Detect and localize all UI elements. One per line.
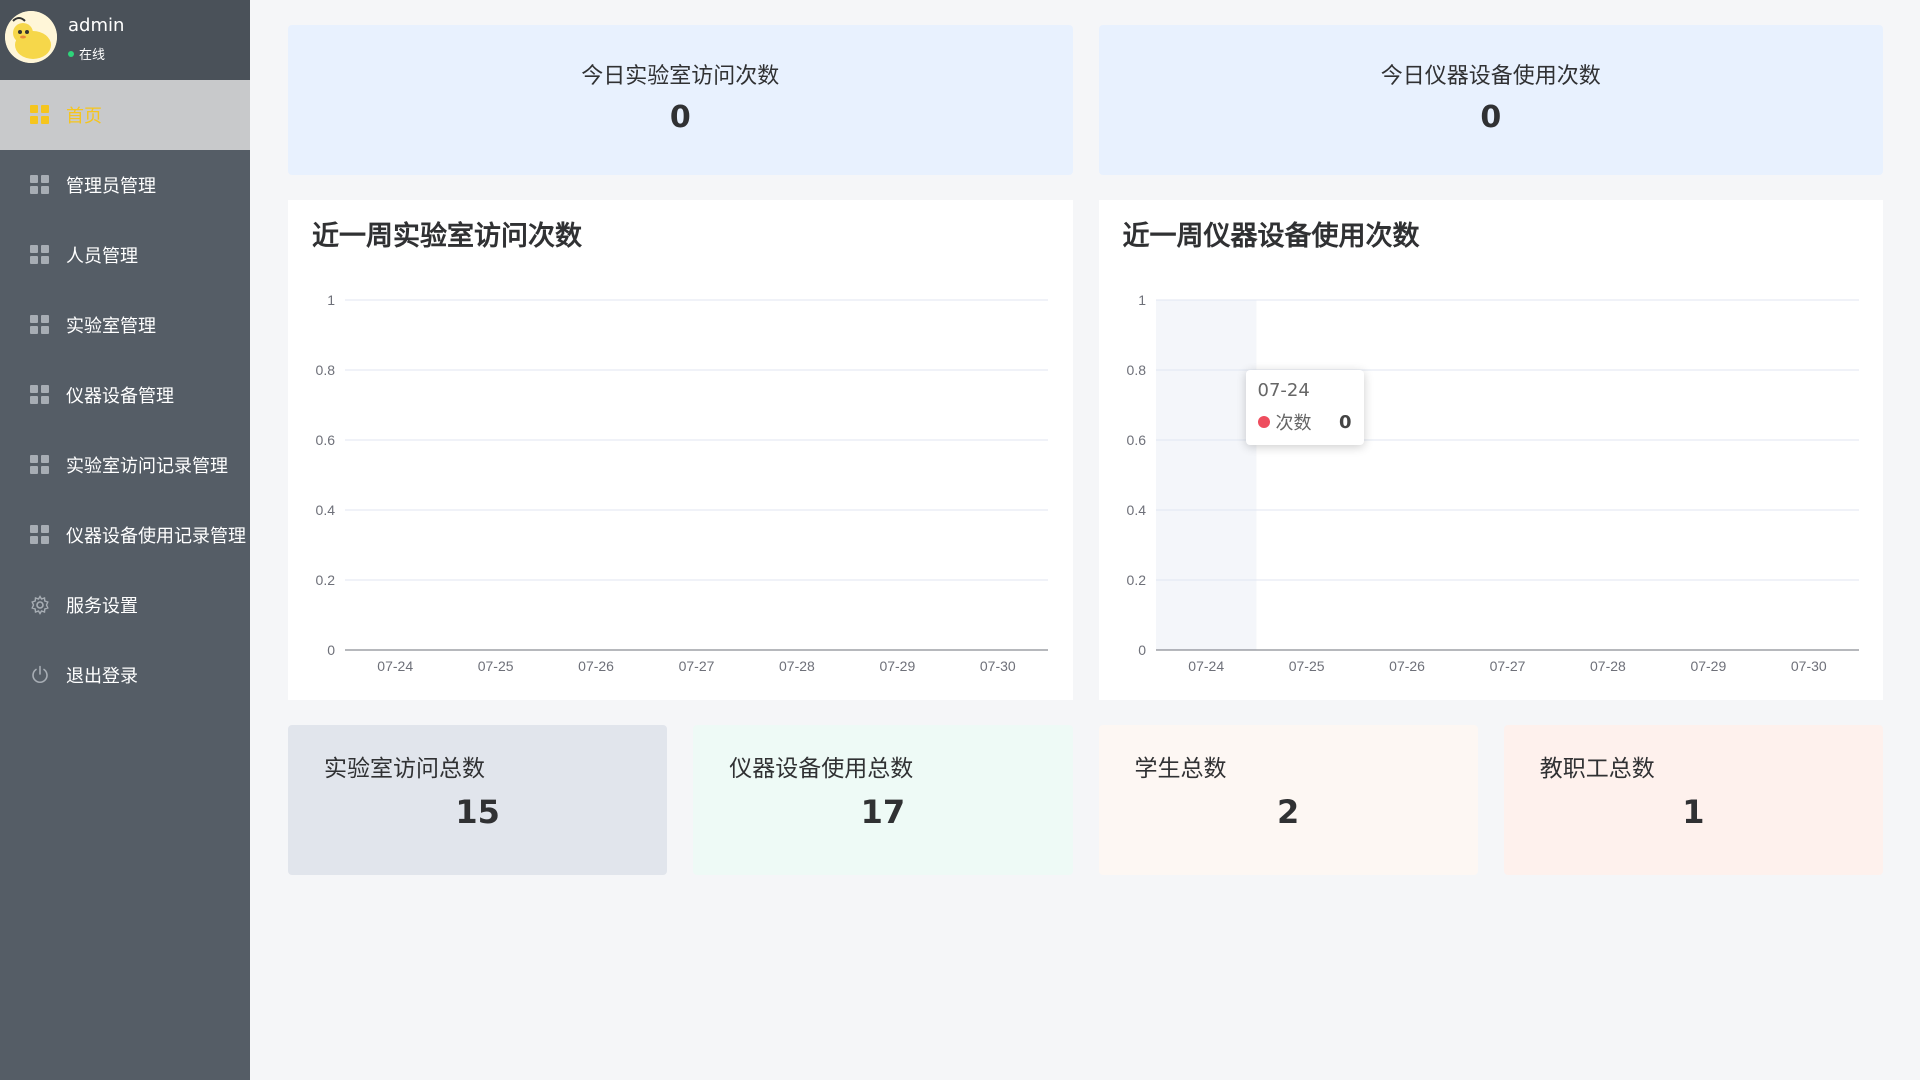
y-tick-label: 0 [1138, 642, 1146, 658]
chart-title: 近一周仪器设备使用次数 [1122, 221, 1420, 252]
stat-label: 教职工总数 [1539, 756, 1655, 782]
stat-label: 今日仪器设备使用次数 [1380, 64, 1601, 89]
menu-item-equipment-management[interactable]: 仪器设备管理 [0, 360, 250, 430]
stat-label: 学生总数 [1134, 756, 1227, 782]
series-dot-icon [1257, 416, 1270, 428]
menu-item-personnel-management[interactable]: 人员管理 [0, 220, 250, 290]
students-total-card: 学生总数 2 [1098, 725, 1478, 875]
today-lab-visits-card: 今日实验室访问次数 0 [288, 25, 1073, 175]
stat-label: 仪器设备使用总数 [729, 756, 914, 782]
y-tick-label: 0.4 [316, 502, 336, 518]
menu-item-lab-visit-records[interactable]: 实验室访问记录管理 [0, 430, 250, 500]
equipment-usage-total-card: 仪器设备使用总数 17 [693, 725, 1073, 875]
staff-total-card: 教职工总数 1 [1503, 725, 1883, 875]
sidebar-menu: 首页 管理员管理 人员管理 实验室管理 仪器设备管理 实验室访问记录管理 仪器设… [0, 80, 250, 710]
user-name: admin [68, 15, 125, 36]
x-tick-label: 07-30 [980, 658, 1016, 674]
y-tick-label: 1 [1138, 292, 1146, 308]
x-tick-label: 07-26 [578, 658, 614, 674]
tooltip-category: 07-24 [1257, 380, 1310, 401]
stat-value: 2 [1276, 793, 1300, 831]
x-tick-label: 07-28 [1590, 658, 1626, 674]
weekly-lab-visits-chart: 0 0.2 0.4 0.6 0.8 1 07-24 07-25 07-26 07-27 07-28 0… [288, 200, 1073, 700]
lab-visits-total-card: 实验室访问总数 15 [288, 725, 668, 875]
y-tick-label: 0.8 [1126, 362, 1146, 378]
menu-item-label: 服务设置 [66, 596, 138, 617]
chart-tooltip: 07-24 次数 0 [1245, 370, 1364, 445]
grid-icon [30, 105, 50, 125]
x-tick-label: 07-29 [879, 658, 915, 674]
menu-item-logout[interactable]: 退出登录 [0, 640, 250, 710]
y-tick-label: 0.6 [316, 432, 336, 448]
grid-icon [30, 315, 50, 335]
hover-band [1155, 300, 1256, 650]
user-panel: admin 在线 [0, 0, 250, 80]
stat-value: 15 [455, 793, 500, 831]
dashboard-main: 今日实验室访问次数 0 今日仪器设备使用次数 0 0 0.2 0.4 0.6 0.8 1 0… [288, 25, 1883, 875]
stat-value: 17 [860, 793, 906, 831]
chart-canvas: 0 0.2 0.4 0.6 0.8 1 07-24 07-25 07-26 07-27 07-28 0… [316, 292, 1048, 674]
menu-item-service-settings[interactable]: 服务设置 [0, 570, 250, 640]
stat-label: 实验室访问总数 [324, 756, 485, 782]
weekly-equipment-usage-chart: 0 0.2 0.4 0.6 0.8 1 07-24 07-25 07-26 07-27 07-28 0… [1098, 200, 1883, 700]
y-tick-label: 0.2 [1126, 572, 1146, 588]
y-tick-label: 0 [327, 642, 335, 658]
menu-item-label: 实验室管理 [66, 316, 156, 337]
x-tick-label: 07-24 [1188, 658, 1224, 674]
stat-value: 0 [1480, 100, 1502, 135]
today-equipment-usage-card: 今日仪器设备使用次数 0 [1098, 25, 1883, 175]
x-tick-label: 07-28 [779, 658, 815, 674]
chart-canvas: 0 0.2 0.4 0.6 0.8 1 07-24 07-25 07-26 07-27 07-28 0… [1126, 292, 1859, 674]
x-tick-label: 07-29 [1690, 658, 1726, 674]
x-tick-label: 07-27 [679, 658, 715, 674]
stat-value: 1 [1682, 793, 1705, 831]
stat-label: 今日实验室访问次数 [581, 64, 780, 89]
sidebar: admin 在线 首页 管理员管理 人员管理 实验室管理 仪器设备管理 实验室访… [0, 0, 250, 1080]
grid-icon [30, 175, 50, 195]
avatar[interactable] [5, 11, 57, 63]
tooltip-series-name: 次数 [1275, 413, 1312, 434]
menu-item-label: 人员管理 [66, 246, 138, 267]
menu-item-lab-management[interactable]: 实验室管理 [0, 290, 250, 360]
menu-item-label: 仪器设备使用记录管理 [66, 526, 246, 547]
stat-value: 0 [669, 100, 691, 135]
x-tick-label: 07-30 [1790, 658, 1826, 674]
tooltip-row: 次数 0 [1257, 409, 1352, 435]
tooltip-value: 0 [1338, 411, 1352, 433]
gear-icon [30, 595, 50, 615]
x-tick-label: 07-27 [1489, 658, 1525, 674]
charts-row: 0 0.2 0.4 0.6 0.8 1 07-24 07-25 07-26 07-27 07-28 0… [288, 200, 1883, 700]
menu-item-label: 实验室访问记录管理 [66, 456, 228, 477]
grid-icon [30, 385, 50, 405]
x-tick-label: 07-24 [377, 658, 413, 674]
online-dot-icon [68, 50, 74, 57]
y-tick-label: 0.2 [316, 572, 336, 588]
today-stats-row: 今日实验室访问次数 0 今日仪器设备使用次数 0 [288, 25, 1883, 175]
menu-item-label: 管理员管理 [66, 176, 156, 197]
menu-item-label: 首页 [66, 106, 102, 127]
grid-icon [30, 525, 50, 545]
x-tick-label: 07-25 [478, 658, 514, 674]
user-status: 在线 [68, 44, 105, 63]
menu-item-home[interactable]: 首页 [0, 80, 250, 150]
y-tick-label: 0.8 [316, 362, 336, 378]
x-tick-label: 07-26 [1389, 658, 1425, 674]
menu-item-label: 仪器设备管理 [66, 386, 174, 407]
y-tick-label: 0.4 [1126, 502, 1146, 518]
menu-item-admin-management[interactable]: 管理员管理 [0, 150, 250, 220]
total-stats-row: 实验室访问总数 15 仪器设备使用总数 17 学生总数 2 教职工总数 1 [288, 725, 1883, 875]
power-icon [30, 665, 50, 685]
chart-title: 近一周实验室访问次数 [312, 221, 582, 252]
grid-icon [30, 245, 50, 265]
x-tick-label: 07-25 [1288, 658, 1324, 674]
y-tick-label: 1 [327, 292, 335, 308]
menu-item-equipment-usage-records[interactable]: 仪器设备使用记录管理 [0, 500, 250, 570]
menu-item-label: 退出登录 [66, 666, 138, 687]
grid-icon [30, 455, 50, 475]
y-tick-label: 0.6 [1126, 432, 1146, 448]
user-status-label: 在线 [79, 48, 106, 63]
